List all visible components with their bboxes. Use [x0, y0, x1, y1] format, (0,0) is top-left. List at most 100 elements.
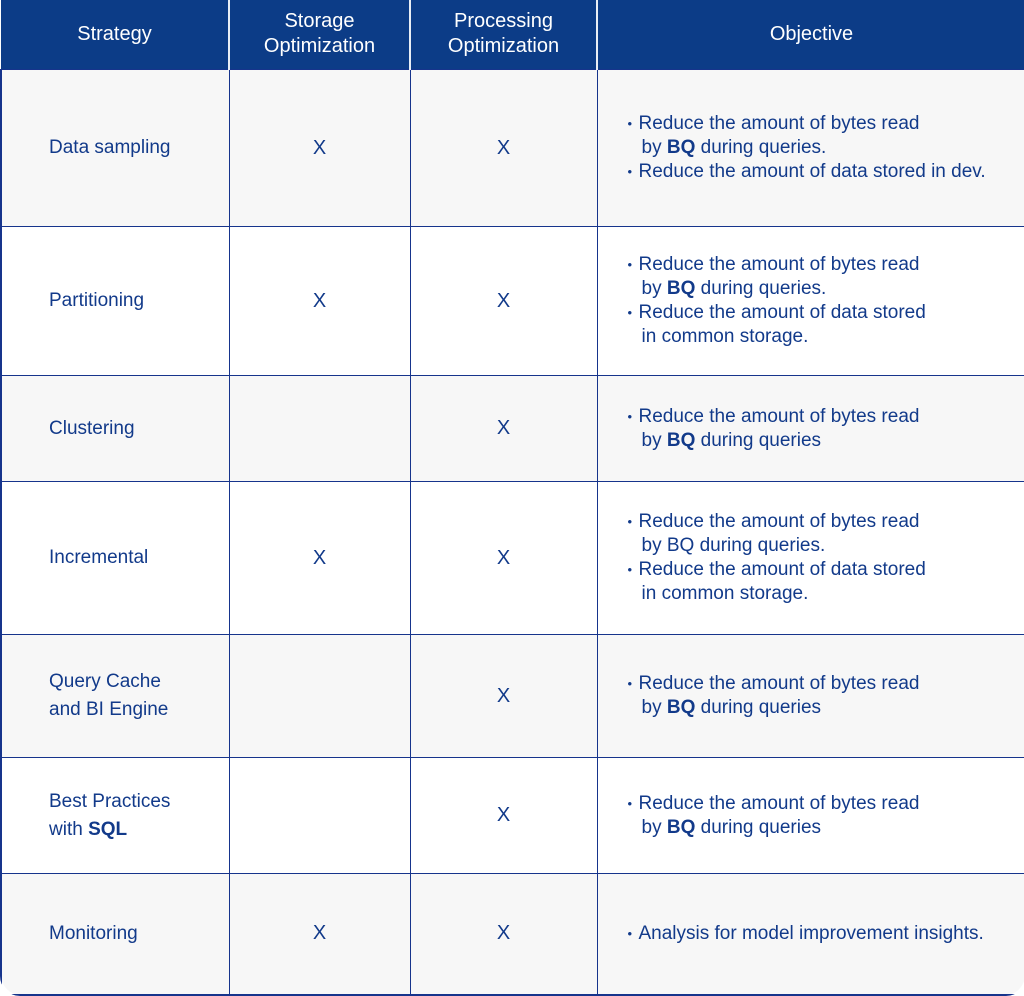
- objective-cell: Reduce the amount of bytes readby BQ dur…: [596, 226, 1024, 376]
- objective-bullet-list: Analysis for model improvement insights.: [628, 921, 1013, 946]
- objective-bullet-item: Reduce the amount of bytes readby BQ dur…: [628, 509, 1013, 558]
- objective-text-line1: Reduce the amount of data stored in dev.: [638, 161, 986, 182]
- processing-mark: X: [496, 804, 511, 826]
- objective-text-emphasis: BQ: [666, 697, 696, 718]
- objective-bullet-list: Reduce the amount of bytes readby BQ dur…: [628, 111, 1013, 184]
- strategy-cell: Clustering: [0, 375, 230, 482]
- objective-text-line1: Reduce the amount of bytes read: [638, 673, 920, 694]
- column-header-processing-line2: Optimization: [447, 35, 560, 57]
- objective-text-line2: by BQ during queries.: [639, 136, 1013, 160]
- objective-text-line1: Reduce the amount of bytes read: [638, 113, 920, 134]
- objective-bullet-item: Reduce the amount of data stored in commo…: [628, 300, 1013, 349]
- strategy-cell: Partitioning: [0, 226, 230, 376]
- objective-text-line2-suffix: during queries: [695, 697, 822, 718]
- objective-text-line2-prefix: by: [641, 429, 667, 451]
- processing-optimization-cell: X: [409, 375, 598, 482]
- objective-bullet-list: Reduce the amount of bytes readby BQ dur…: [628, 404, 1013, 453]
- objective-text-emphasis: BQ: [666, 278, 696, 299]
- objective-text-line2: in common storage.: [639, 325, 1013, 349]
- objective-bullet-item: Reduce the amount of bytes readby BQ dur…: [628, 404, 1013, 453]
- storage-optimization-cell: X: [228, 69, 411, 227]
- objective-text-line2: by BQ during queries: [639, 816, 1013, 840]
- storage-optimization-cell: X: [228, 873, 411, 996]
- processing-mark: X: [496, 136, 511, 159]
- objective-text-emphasis: BQ: [666, 816, 696, 838]
- objective-cell: Reduce the amount of bytes readby BQ dur…: [596, 634, 1024, 758]
- objective-text-line1: Reduce the amount of data stored: [638, 302, 926, 323]
- objective-text-line2-prefix: in common storage.: [641, 583, 809, 604]
- table-row: Monitoring X X Analysis for model improveme…: [0, 873, 1024, 996]
- objective-text-line2-prefix: by: [641, 697, 667, 718]
- storage-optimization-cell: X: [228, 481, 411, 635]
- processing-mark: X: [496, 922, 511, 945]
- column-header-storage-line1: Storage: [284, 10, 355, 32]
- strategy-label-line1: Data sampling: [49, 137, 171, 158]
- objective-text-line2: by BQ during queries: [639, 696, 1013, 720]
- strategy-cell: Data sampling: [0, 69, 230, 227]
- column-header-storage-line2: Optimization: [263, 35, 376, 57]
- table-row: Partitioning X X Reduce the amount of bytes…: [0, 226, 1024, 376]
- objective-text-line2-suffix: during queries: [695, 816, 822, 838]
- objective-bullet-item: Reduce the amount of data stored in commo…: [628, 557, 1013, 606]
- objective-bullet-item: Reduce the amount of bytes readby BQ dur…: [628, 252, 1013, 301]
- column-header-strategy: Strategy: [1, 0, 230, 70]
- strategy-cell: Query Cache and BI Engine: [0, 634, 230, 758]
- column-header-objective-label: Objective: [769, 22, 854, 45]
- table-header-row: Strategy Storage Optimization Processing…: [1, 0, 1024, 70]
- objective-text-emphasis: BQ: [666, 429, 696, 451]
- objective-bullet-item: Reduce the amount of data stored in dev.: [628, 159, 1013, 184]
- objective-cell: Reduce the amount of bytes readby BQ dur…: [596, 481, 1024, 635]
- column-header-processing-optimization: Processing Optimization: [410, 0, 598, 70]
- objective-text-line2-suffix: during queries: [695, 429, 822, 451]
- objective-text-line1: Reduce the amount of bytes read: [638, 254, 920, 275]
- strategy-label-line1: Best Practices: [49, 790, 171, 812]
- processing-mark: X: [496, 684, 511, 707]
- objective-bullet-list: Reduce the amount of bytes readby BQ dur…: [628, 791, 1013, 840]
- processing-mark: X: [496, 546, 511, 569]
- strategy-label-line2: and BI Engine: [49, 699, 169, 720]
- objective-text-line2-prefix: in common storage.: [641, 326, 809, 347]
- objective-text-line1: Reduce the amount of bytes read: [638, 792, 920, 814]
- strategy-label-line1: Partitioning: [49, 290, 145, 311]
- processing-optimization-cell: X: [409, 634, 598, 758]
- strategy-comparison-table: Strategy Storage Optimization Processing…: [0, 0, 1024, 996]
- objective-cell: Reduce the amount of bytes readby BQ dur…: [596, 375, 1024, 482]
- storage-mark: X: [312, 136, 327, 159]
- processing-mark: X: [496, 417, 511, 439]
- table-row: Clustering X Reduce the amount of bytes re…: [0, 375, 1024, 482]
- table-row: Best Practices with SQL X Reduce the amount…: [0, 757, 1024, 874]
- table-row: Data sampling X X Reduce the amount of byte…: [0, 69, 1024, 227]
- objective-text-line2-prefix: by BQ during queries.: [641, 535, 826, 556]
- storage-mark: X: [312, 289, 327, 312]
- storage-mark: X: [312, 546, 327, 569]
- objective-bullet-list: Reduce the amount of bytes readby BQ dur…: [628, 671, 1013, 720]
- strategy-cell: Best Practices with SQL: [0, 757, 230, 874]
- processing-optimization-cell: X: [409, 873, 598, 996]
- strategy-label-line1: Query Cache: [49, 671, 161, 692]
- storage-optimization-cell: [228, 375, 411, 482]
- column-header-strategy-label: Strategy: [77, 22, 152, 45]
- storage-optimization-cell: [228, 757, 411, 874]
- objective-text-line2: by BQ during queries.: [639, 534, 1013, 558]
- processing-optimization-cell: X: [409, 69, 598, 227]
- objective-bullet-item: Reduce the amount of bytes readby BQ dur…: [628, 791, 1013, 840]
- objective-bullet-item: Analysis for model improvement insights.: [628, 921, 1013, 946]
- processing-optimization-cell: X: [409, 481, 598, 635]
- objective-text-line1: Reduce the amount of bytes read: [638, 405, 920, 427]
- objective-cell: Reduce the amount of bytes readby BQ dur…: [596, 757, 1024, 874]
- column-header-objective: Objective: [597, 0, 1024, 70]
- table-row: Query Cache and BI Engine X Reduce the amou…: [0, 634, 1024, 758]
- objective-cell: Analysis for model improvement insights.: [596, 873, 1024, 996]
- objective-bullet-item: Reduce the amount of bytes readby BQ dur…: [628, 111, 1013, 160]
- storage-optimization-cell: [228, 634, 411, 758]
- objective-cell: Reduce the amount of bytes readby BQ dur…: [596, 69, 1024, 227]
- objective-text-line1: Reduce the amount of data stored: [638, 559, 926, 580]
- strategy-label-line1: Monitoring: [49, 922, 138, 944]
- table-body: Data sampling X X Reduce the amount of byte…: [0, 69, 1024, 996]
- storage-optimization-cell: X: [228, 226, 411, 376]
- strategy-comparison-table-container: Strategy Storage Optimization Processing…: [0, 0, 1024, 996]
- objective-text-emphasis: BQ: [666, 137, 696, 158]
- strategy-label-line1: Incremental: [49, 547, 149, 568]
- objective-bullet-item: Reduce the amount of bytes readby BQ dur…: [628, 671, 1013, 720]
- objective-text-line2-prefix: by: [641, 137, 667, 158]
